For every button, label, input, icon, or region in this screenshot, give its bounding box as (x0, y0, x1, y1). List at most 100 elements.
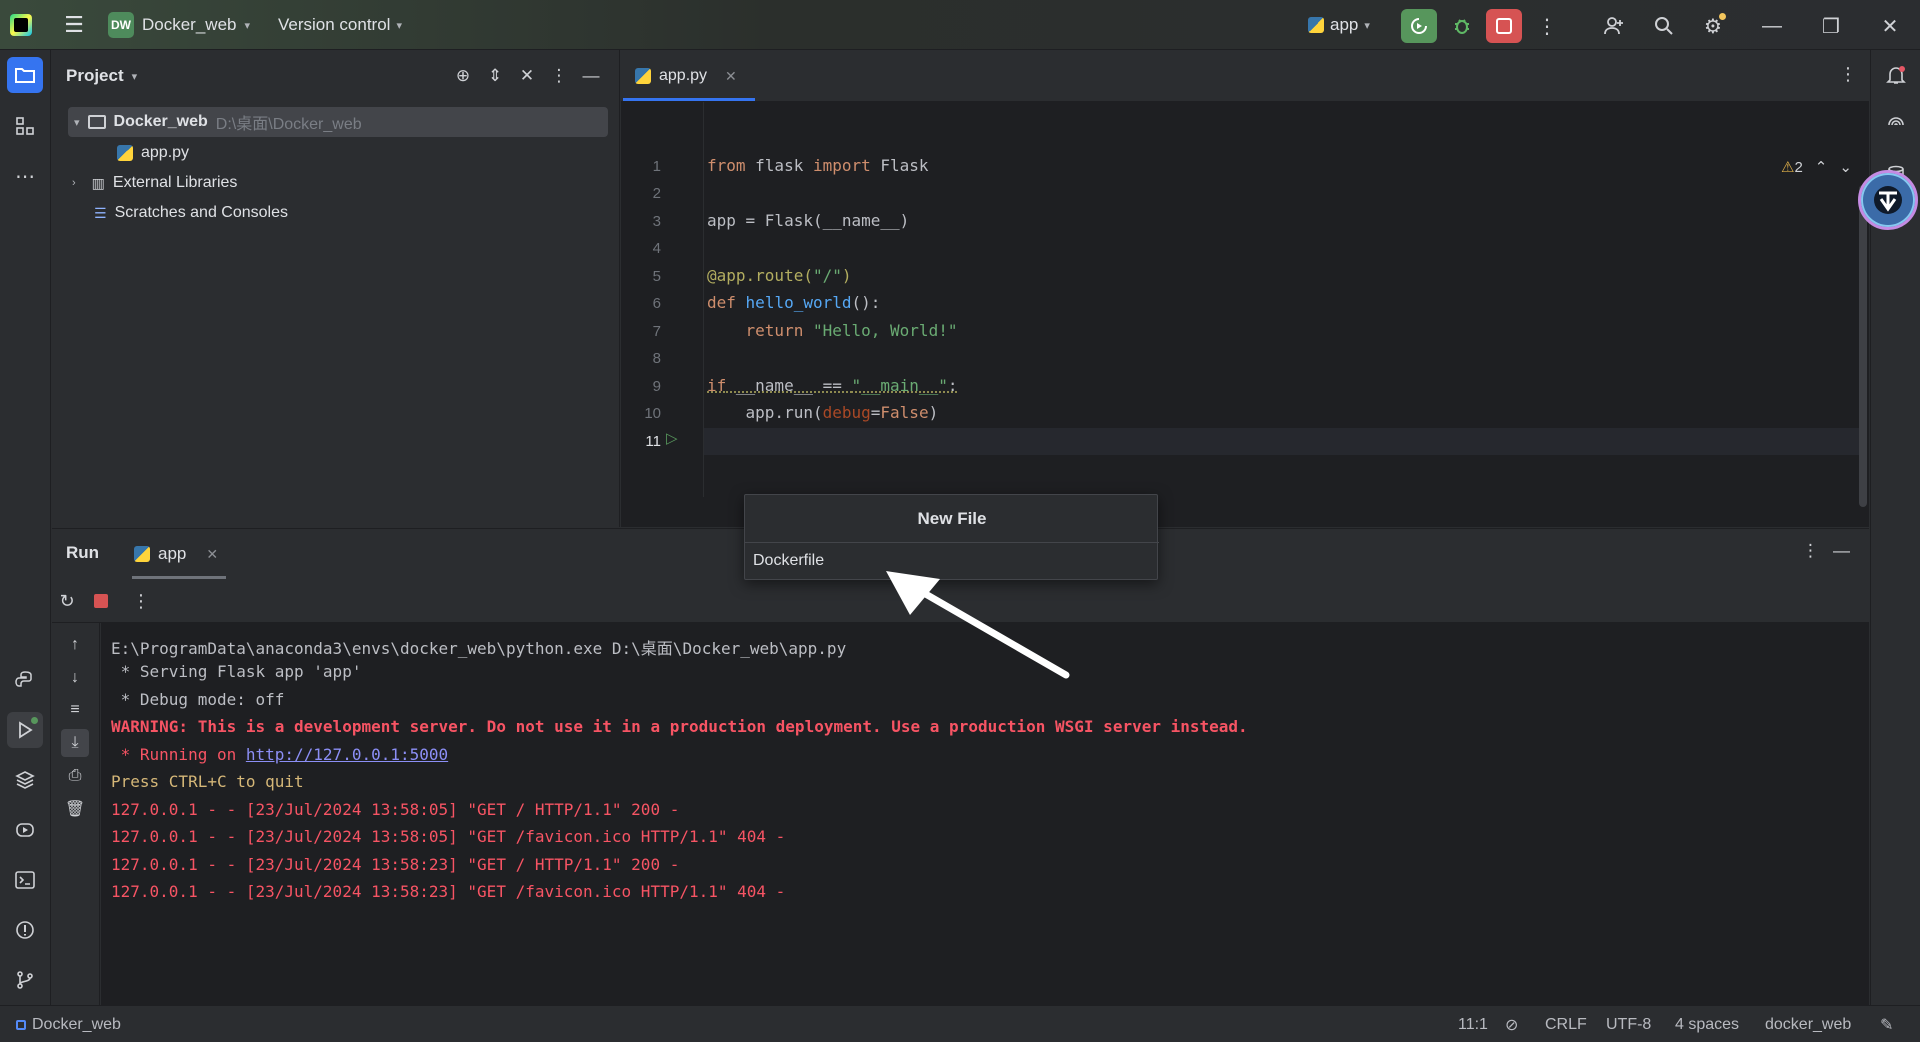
problems-icon[interactable] (7, 912, 43, 948)
chevron-right-icon[interactable]: › (72, 177, 76, 189)
rerun-button[interactable] (1401, 9, 1437, 43)
python-console-icon[interactable] (7, 662, 43, 698)
soft-wrap-icon[interactable]: ≡ (61, 696, 89, 724)
more-icon[interactable]: ⋮ (1839, 64, 1857, 85)
hamburger-menu-icon[interactable]: ☰ (60, 0, 88, 50)
code-line-10[interactable]: app.run(debug=False) (707, 403, 939, 422)
tree-item-docker-web[interactable]: ▾ Docker_web D:\桌面\Docker_web (68, 107, 608, 137)
run-tab-label: app (158, 544, 187, 563)
chevron-down-icon[interactable]: ▾ (74, 116, 80, 129)
plugin-avatar-icon[interactable] (1858, 170, 1918, 230)
python-interpreter[interactable]: docker_web (1765, 1006, 1851, 1042)
project-selector[interactable]: DW Docker_web ▾ (108, 0, 250, 50)
more-icon[interactable]: ⋮ (548, 62, 570, 90)
close-icon[interactable]: ✕ (1874, 10, 1906, 42)
more-icon[interactable]: ⋮ (1802, 541, 1819, 561)
python-icon (635, 68, 651, 84)
tree-item-app-py[interactable]: app.py (117, 138, 189, 168)
editor: app.py ✕ ⋮ 1 2 3 4 5 6 7 8 9 10 11 ▷ fro… (621, 50, 1869, 527)
layers-icon[interactable] (7, 762, 43, 798)
line-number: 6 (652, 295, 661, 312)
code-line-3[interactable]: app = Flask(__name__) (707, 211, 909, 230)
inspection-off-icon[interactable]: ⊘ (1505, 1006, 1518, 1042)
console-line: 127.0.0.1 - - [23/Jul/2024 13:58:05] "GE… (111, 800, 680, 819)
close-tab-icon[interactable]: ✕ (206, 546, 218, 563)
folder-icon (87, 115, 106, 129)
project-panel-title[interactable]: Project ▾ (66, 66, 137, 86)
stop-button[interactable] (1486, 9, 1522, 43)
collapse-all-icon[interactable]: ✕ (516, 62, 538, 90)
hide-panel-icon[interactable]: — (1833, 541, 1850, 561)
line-separator[interactable]: CRLF (1545, 1006, 1587, 1042)
inspection-widget[interactable]: ⚠2 ⌃ ⌄ (1781, 158, 1852, 176)
code-line-6[interactable]: def hello_world(): (707, 293, 880, 312)
close-tab-icon[interactable]: ✕ (725, 68, 737, 85)
debug-button[interactable] (1444, 9, 1480, 43)
notifications-icon[interactable] (1879, 58, 1913, 92)
title-bar: ☰ DW Docker_web ▾ Version control ▾ app … (0, 0, 1920, 50)
console-line: * Running on http://127.0.0.1:5000 (111, 745, 449, 764)
arrow-up-icon[interactable]: ↑ (61, 631, 89, 659)
code-line-7[interactable]: return "Hello, World!" (707, 321, 958, 340)
chevron-down-icon[interactable]: ⌄ (1839, 158, 1852, 176)
run-panel-actions: ⋮ — (1802, 541, 1850, 561)
current-line-highlight (704, 428, 1859, 455)
line-number: 9 (652, 378, 661, 395)
file-encoding[interactable]: UTF-8 (1606, 1006, 1651, 1042)
server-url-link[interactable]: http://127.0.0.1:5000 (246, 745, 448, 764)
more-tools-icon[interactable]: ⋯ (7, 158, 43, 194)
run-tab-app[interactable]: app ✕ (134, 529, 218, 579)
add-user-icon[interactable] (1598, 10, 1630, 42)
tree-item-external-libraries[interactable]: › ▥ External Libraries (72, 168, 237, 198)
search-icon[interactable] (1648, 10, 1680, 42)
arrow-down-icon[interactable]: ↓ (61, 664, 89, 692)
code-line-9[interactable]: if __name__ == "__main__": (707, 376, 957, 395)
run-gutter-icon[interactable]: ▷ (666, 429, 678, 447)
scratches-icon: ☰ (94, 204, 107, 221)
console-side-tools: ↑ ↓ ≡ ⤓ ⎙ 🗑 (52, 623, 100, 1006)
readonly-toggle-icon[interactable]: ✎ (1880, 1006, 1893, 1042)
git-icon[interactable] (7, 962, 43, 998)
vcs-label: Version control (278, 15, 391, 34)
code-line-5[interactable]: @app.route("/") (707, 266, 852, 285)
hide-panel-icon[interactable]: — (580, 62, 602, 90)
locate-icon[interactable]: ⊕ (452, 62, 474, 90)
console-line: E:\ProgramData\anaconda3\envs\docker_web… (111, 639, 847, 658)
pycharm-logo[interactable] (10, 0, 40, 50)
left-tool-strip: ⋯ (0, 50, 51, 1005)
tree-item-label: Scratches and Consoles (114, 204, 288, 221)
status-project-label: Docker_web (32, 1015, 121, 1033)
tree-item-scratches[interactable]: ☰ Scratches and Consoles (94, 198, 288, 228)
terminal-icon[interactable] (7, 862, 43, 898)
minimize-icon[interactable]: — (1756, 10, 1788, 42)
print-icon[interactable]: ⎙ (61, 762, 89, 790)
module-icon (16, 1019, 26, 1030)
stop-icon (1496, 18, 1512, 34)
editor-scrollbar[interactable] (1859, 185, 1867, 507)
rerun-icon[interactable]: ↻ (54, 588, 80, 614)
ai-assistant-icon[interactable] (1879, 108, 1913, 142)
settings-icon[interactable]: ⚙ (1697, 10, 1729, 42)
run-config-selector[interactable]: app ▾ (1308, 0, 1370, 50)
scroll-to-end-icon[interactable]: ⤓ (61, 729, 89, 757)
status-project[interactable]: Docker_web (16, 1006, 121, 1042)
folder-icon[interactable] (7, 57, 43, 93)
more-icon[interactable]: ⋮ (1531, 10, 1563, 42)
structure-icon[interactable] (7, 108, 43, 144)
stop-icon[interactable] (88, 588, 114, 614)
version-control-menu[interactable]: Version control ▾ (278, 0, 402, 50)
services-icon[interactable] (7, 812, 43, 848)
chevron-up-icon[interactable]: ⌃ (1815, 158, 1828, 176)
code-line-1[interactable]: from flask import Flask (707, 156, 929, 175)
restore-icon[interactable]: ❐ (1815, 10, 1847, 42)
caret-position[interactable]: 11:1 (1458, 1006, 1488, 1042)
tab-app-py[interactable]: app.py ✕ (635, 50, 737, 102)
expand-all-icon[interactable]: ⇕ (484, 62, 506, 90)
trash-icon[interactable]: 🗑 (61, 795, 89, 823)
more-icon[interactable]: ⋮ (128, 588, 154, 614)
console-text: * Running on (111, 745, 246, 764)
indent-setting[interactable]: 4 spaces (1675, 1006, 1739, 1042)
run-icon[interactable] (7, 712, 43, 748)
project-badge: DW (108, 12, 134, 38)
debug-icon (1455, 19, 1469, 34)
